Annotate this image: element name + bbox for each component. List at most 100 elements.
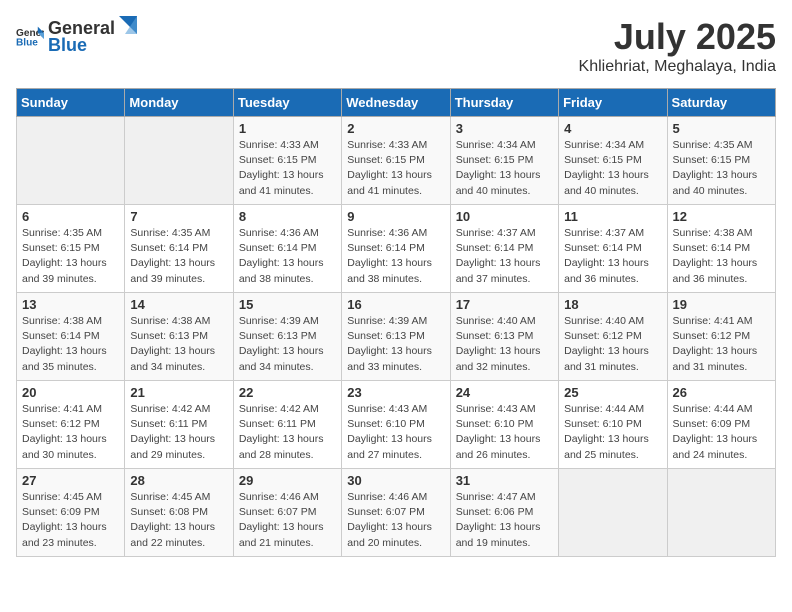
calendar-cell: 15 Sunrise: 4:39 AM Sunset: 6:13 PM Dayli… [233,293,341,381]
day-detail: Sunrise: 4:35 AM Sunset: 6:15 PM Dayligh… [673,138,770,199]
calendar-cell: 7 Sunrise: 4:35 AM Sunset: 6:14 PM Daylig… [125,205,233,293]
day-detail: Sunrise: 4:39 AM Sunset: 6:13 PM Dayligh… [239,314,336,375]
calendar-cell: 2 Sunrise: 4:33 AM Sunset: 6:15 PM Daylig… [342,117,450,205]
day-number: 13 [22,297,119,312]
day-detail: Sunrise: 4:45 AM Sunset: 6:08 PM Dayligh… [130,490,227,551]
day-detail: Sunrise: 4:38 AM Sunset: 6:14 PM Dayligh… [22,314,119,375]
calendar-cell: 5 Sunrise: 4:35 AM Sunset: 6:15 PM Daylig… [667,117,775,205]
day-number: 21 [130,385,227,400]
day-detail: Sunrise: 4:41 AM Sunset: 6:12 PM Dayligh… [22,402,119,463]
header-monday: Monday [125,89,233,117]
day-detail: Sunrise: 4:37 AM Sunset: 6:14 PM Dayligh… [456,226,553,287]
day-detail: Sunrise: 4:41 AM Sunset: 6:12 PM Dayligh… [673,314,770,375]
week-row-2: 6 Sunrise: 4:35 AM Sunset: 6:15 PM Daylig… [17,205,776,293]
day-number: 14 [130,297,227,312]
day-detail: Sunrise: 4:42 AM Sunset: 6:11 PM Dayligh… [239,402,336,463]
calendar-cell: 1Sunrise: 4:33 AM Sunset: 6:15 PM Daylig… [233,117,341,205]
logo-icon: General Blue [16,25,44,47]
calendar-cell [667,469,775,557]
calendar-header-row: SundayMondayTuesdayWednesdayThursdayFrid… [17,89,776,117]
calendar-table: SundayMondayTuesdayWednesdayThursdayFrid… [16,88,776,557]
calendar-cell: 28 Sunrise: 4:45 AM Sunset: 6:08 PM Dayli… [125,469,233,557]
svg-text:Blue: Blue [16,37,38,47]
calendar-cell: 23Sunrise: 4:43 AM Sunset: 6:10 PM Dayli… [342,381,450,469]
day-number: 31 [456,473,553,488]
day-detail: Sunrise: 4:38 AM Sunset: 6:14 PM Dayligh… [673,226,770,287]
day-number: 8 [239,209,336,224]
day-detail: Sunrise: 4:40 AM Sunset: 6:12 PM Dayligh… [564,314,661,375]
week-row-5: 27 Sunrise: 4:45 AM Sunset: 6:09 PM Dayli… [17,469,776,557]
day-detail: Sunrise: 4:42 AM Sunset: 6:11 PM Dayligh… [130,402,227,463]
day-detail: Sunrise: 4:34 AM Sunset: 6:15 PM Dayligh… [564,138,661,199]
calendar-cell: 4 Sunrise: 4:34 AM Sunset: 6:15 PM Daylig… [559,117,667,205]
logo: General Blue General Blue [16,16,137,56]
day-number: 4 [564,121,661,136]
page-header: General Blue General Blue July 2025 Khli… [16,16,776,76]
day-number: 3 [456,121,553,136]
calendar-cell: 29 Sunrise: 4:46 AM Sunset: 6:07 PM Dayli… [233,469,341,557]
day-detail: Sunrise: 4:46 AM Sunset: 6:07 PM Dayligh… [347,490,444,551]
day-number: 7 [130,209,227,224]
day-detail: Sunrise: 4:33 AM Sunset: 6:15 PM Dayligh… [347,138,444,199]
week-row-4: 20Sunrise: 4:41 AM Sunset: 6:12 PM Dayli… [17,381,776,469]
location-title: Khliehriat, Meghalaya, India [579,58,776,76]
day-detail: Sunrise: 4:35 AM Sunset: 6:14 PM Dayligh… [130,226,227,287]
calendar-cell: 30Sunrise: 4:46 AM Sunset: 6:07 PM Dayli… [342,469,450,557]
day-number: 17 [456,297,553,312]
calendar-cell: 26 Sunrise: 4:44 AM Sunset: 6:09 PM Dayli… [667,381,775,469]
calendar-cell: 25 Sunrise: 4:44 AM Sunset: 6:10 PM Dayli… [559,381,667,469]
day-detail: Sunrise: 4:44 AM Sunset: 6:10 PM Dayligh… [564,402,661,463]
day-number: 2 [347,121,444,136]
day-number: 29 [239,473,336,488]
calendar-cell: 11 Sunrise: 4:37 AM Sunset: 6:14 PM Dayli… [559,205,667,293]
day-number: 11 [564,209,661,224]
calendar-cell: 24 Sunrise: 4:43 AM Sunset: 6:10 PM Dayli… [450,381,558,469]
calendar-cell: 31 Sunrise: 4:47 AM Sunset: 6:06 PM Dayli… [450,469,558,557]
day-detail: Sunrise: 4:37 AM Sunset: 6:14 PM Dayligh… [564,226,661,287]
calendar-cell: 14Sunrise: 4:38 AM Sunset: 6:13 PM Dayli… [125,293,233,381]
day-number: 26 [673,385,770,400]
calendar-cell: 18 Sunrise: 4:40 AM Sunset: 6:12 PM Dayli… [559,293,667,381]
week-row-3: 13 Sunrise: 4:38 AM Sunset: 6:14 PM Dayli… [17,293,776,381]
calendar-cell: 21 Sunrise: 4:42 AM Sunset: 6:11 PM Dayli… [125,381,233,469]
calendar-cell: 13 Sunrise: 4:38 AM Sunset: 6:14 PM Dayli… [17,293,125,381]
day-number: 28 [130,473,227,488]
week-row-1: 1 Sunrise: 4:33 AM Sunset: 6:15 PM Daylig… [17,117,776,205]
calendar-cell: 27 Sunrise: 4:45 AM Sunset: 6:09 PM Dayli… [17,469,125,557]
day-number: 6 [22,209,119,224]
day-detail: Sunrise: 4:47 AM Sunset: 6:06 PM Dayligh… [456,490,553,551]
day-number: 18 [564,297,661,312]
calendar-cell: 6 Sunrise: 4:35 AM Sunset: 6:15 PM Daylig… [17,205,125,293]
day-detail: Sunrise: 4:45 AM Sunset: 6:09 PM Dayligh… [22,490,119,551]
calendar-cell [17,117,125,205]
calendar-cell [125,117,233,205]
header-sunday: Sunday [17,89,125,117]
header-tuesday: Tuesday [233,89,341,117]
header-friday: Friday [559,89,667,117]
calendar-cell: 19Sunrise: 4:41 AM Sunset: 6:12 PM Dayli… [667,293,775,381]
calendar-cell: 10 Sunrise: 4:37 AM Sunset: 6:14 PM Dayli… [450,205,558,293]
calendar-cell [559,469,667,557]
day-detail: Sunrise: 4:40 AM Sunset: 6:13 PM Dayligh… [456,314,553,375]
calendar-cell: 17 Sunrise: 4:40 AM Sunset: 6:13 PM Dayli… [450,293,558,381]
day-number: 5 [673,121,770,136]
day-detail: Sunrise: 4:35 AM Sunset: 6:15 PM Dayligh… [22,226,119,287]
header-saturday: Saturday [667,89,775,117]
day-detail: Sunrise: 4:44 AM Sunset: 6:09 PM Dayligh… [673,402,770,463]
day-number: 15 [239,297,336,312]
day-number: 24 [456,385,553,400]
day-detail: Sunrise: 4:36 AM Sunset: 6:14 PM Dayligh… [347,226,444,287]
day-detail: Sunrise: 4:46 AM Sunset: 6:07 PM Dayligh… [239,490,336,551]
calendar-cell: 12 Sunrise: 4:38 AM Sunset: 6:14 PM Dayli… [667,205,775,293]
day-number: 16 [347,297,444,312]
day-detail: Sunrise: 4:43 AM Sunset: 6:10 PM Dayligh… [347,402,444,463]
day-number: 25 [564,385,661,400]
day-detail: Sunrise: 4:34 AM Sunset: 6:15 PM Dayligh… [456,138,553,199]
day-number: 12 [673,209,770,224]
day-number: 10 [456,209,553,224]
logo-triangle-icon [115,16,137,34]
day-number: 27 [22,473,119,488]
day-number: 1 [239,121,336,136]
day-detail: Sunrise: 4:43 AM Sunset: 6:10 PM Dayligh… [456,402,553,463]
calendar-cell: 3 Sunrise: 4:34 AM Sunset: 6:15 PM Daylig… [450,117,558,205]
